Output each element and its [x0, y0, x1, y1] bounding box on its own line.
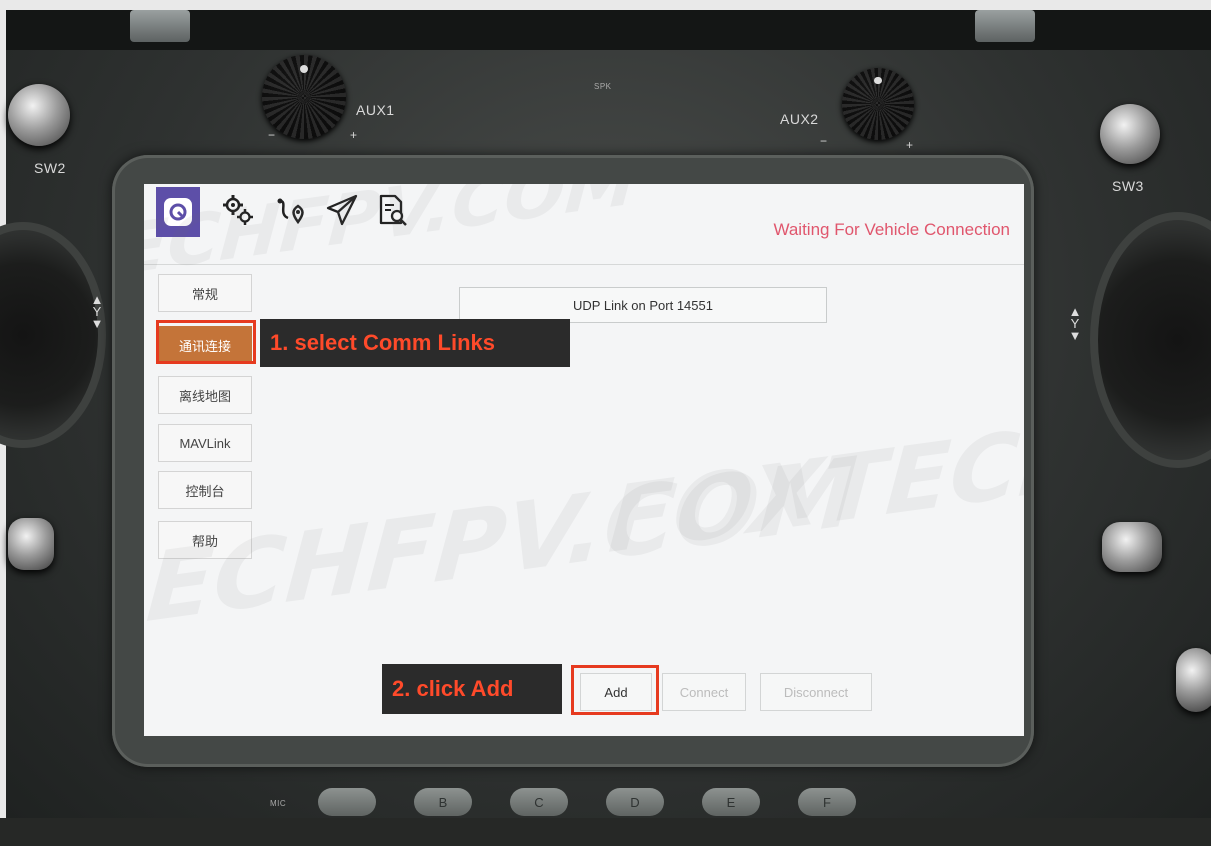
- analyze-document-icon[interactable]: [374, 192, 410, 228]
- left-antenna-mount: [130, 10, 190, 42]
- sw2-label: SW2: [34, 160, 66, 176]
- sidebar-item-offline-maps[interactable]: 离线地图: [158, 376, 252, 414]
- sidebar-item-console[interactable]: 控制台: [158, 471, 252, 509]
- y2-axis-indicator: ▲ Y ▼: [1068, 304, 1082, 343]
- y2-label: Y: [1070, 316, 1080, 331]
- aux1-label: AUX1: [356, 102, 395, 118]
- aux1-plus-glyph: +: [350, 128, 358, 142]
- aux2-minus-glyph: −: [820, 134, 828, 148]
- hardware-button-b[interactable]: B: [414, 788, 472, 816]
- right-antenna-mount: [975, 10, 1035, 42]
- mic-label: MIC: [270, 799, 287, 808]
- device-bottom-edge: [0, 818, 1211, 846]
- aux1-minus-glyph: −: [268, 128, 276, 142]
- y1-label: Y: [92, 304, 102, 319]
- aux1-knob[interactable]: [262, 55, 346, 139]
- speaker-label: SPK: [594, 82, 612, 91]
- aux2-plus-glyph: +: [906, 138, 914, 152]
- right-side-dial[interactable]: [1176, 648, 1211, 712]
- connect-button[interactable]: Connect: [662, 673, 746, 711]
- sidebar-item-mavlink[interactable]: MAVLink: [158, 424, 252, 462]
- left-side-wheel[interactable]: [8, 518, 54, 570]
- aux2-knob[interactable]: [842, 68, 914, 140]
- gcs-screen: Waiting For Vehicle Connection 常规 通讯连接 离…: [144, 184, 1024, 736]
- hardware-button-c[interactable]: C: [510, 788, 568, 816]
- right-side-wheel[interactable]: [1102, 522, 1162, 572]
- link-list-item[interactable]: UDP Link on Port 14551: [459, 287, 827, 323]
- disconnect-button[interactable]: Disconnect: [760, 673, 872, 711]
- photo-stage: AUX1 AUX2 − + − + SPK SW2 SW3 ▲ Y ▼ ▲ Y ▼: [0, 0, 1211, 846]
- hardware-button-f[interactable]: F: [798, 788, 856, 816]
- step1-callout: 1. select Comm Links: [260, 319, 570, 367]
- hardware-button-a[interactable]: [318, 788, 376, 816]
- sidebar-item-comm-links[interactable]: 通讯连接: [158, 326, 252, 364]
- vehicle-connection-status: Waiting For Vehicle Connection: [773, 220, 1010, 239]
- app-logo-glyph: [169, 203, 187, 221]
- add-button[interactable]: Add: [580, 673, 652, 711]
- sw3-label: SW3: [1112, 178, 1144, 194]
- step2-callout: 2. click Add: [382, 664, 562, 714]
- top-toolbar: Waiting For Vehicle Connection: [144, 184, 1024, 265]
- sidebar-item-help[interactable]: 帮助: [158, 521, 252, 559]
- sidebar-item-general[interactable]: 常规: [158, 274, 252, 312]
- hardware-button-e[interactable]: E: [702, 788, 760, 816]
- y1-axis-indicator: ▲ Y ▼: [90, 292, 104, 331]
- sw2-toggle-switch[interactable]: [8, 84, 70, 146]
- fly-send-icon[interactable]: [324, 192, 360, 228]
- aux2-label: AUX2: [780, 111, 819, 127]
- app-logo-mark: [164, 198, 192, 226]
- watermark-text-brand: FOXTECH: [605, 401, 1024, 574]
- plan-route-icon[interactable]: [274, 192, 310, 228]
- sw3-toggle-switch[interactable]: [1100, 104, 1160, 164]
- app-logo-icon[interactable]: [156, 187, 200, 237]
- settings-gears-icon[interactable]: [220, 192, 256, 228]
- hardware-button-d[interactable]: D: [606, 788, 664, 816]
